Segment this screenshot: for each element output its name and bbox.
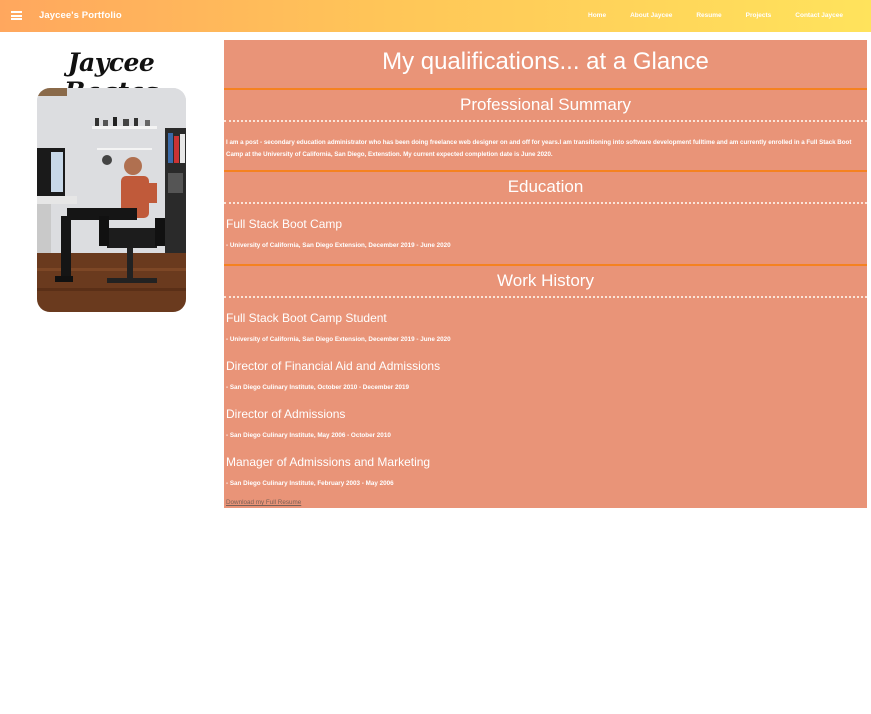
work-item-detail: - University of California, San Diego Ex… [226, 336, 451, 343]
brand-title[interactable]: Jaycee's Portfolio [39, 10, 122, 21]
nav-links: Home About Jaycee Resume Projects Contac… [588, 12, 843, 19]
work-item-detail: - San Diego Culinary Institute, May 2006… [226, 432, 391, 439]
nav-link-about[interactable]: About Jaycee [630, 12, 672, 19]
work-item-title: Director of Financial Aid and Admissions [226, 359, 441, 373]
section-heading-work: Work History [224, 264, 867, 298]
summary-text: I am a post - secondary education admini… [226, 139, 852, 158]
top-navbar: Jaycee's Portfolio Home About Jaycee Res… [0, 0, 871, 32]
work-item-detail: - San Diego Culinary Institute, October … [226, 384, 410, 391]
nav-link-contact[interactable]: Contact Jaycee [795, 12, 843, 19]
download-resume-link[interactable]: Download my Full Resume [226, 499, 301, 506]
profile-photo [37, 88, 186, 312]
nav-link-resume[interactable]: Resume [696, 12, 721, 19]
education-item-detail: - University of California, San Diego Ex… [226, 242, 451, 249]
page-title: My qualifications... at a Glance [382, 48, 709, 75]
nav-link-projects[interactable]: Projects [746, 12, 772, 19]
work-item-title: Manager of Admissions and Marketing [226, 455, 431, 469]
work-item-detail: - San Diego Culinary Institute, February… [226, 480, 394, 487]
work-item-title: Full Stack Boot Camp Student [226, 311, 387, 325]
nav-link-home[interactable]: Home [588, 12, 606, 19]
qualifications-panel: My qualifications... at a Glance Profess… [224, 40, 867, 508]
work-item-title: Director of Admissions [226, 407, 346, 421]
section-heading-summary: Professional Summary [224, 88, 867, 122]
education-item-title: Full Stack Boot Camp [226, 217, 343, 231]
hamburger-menu-icon[interactable] [11, 11, 22, 20]
section-heading-education: Education [224, 170, 867, 204]
